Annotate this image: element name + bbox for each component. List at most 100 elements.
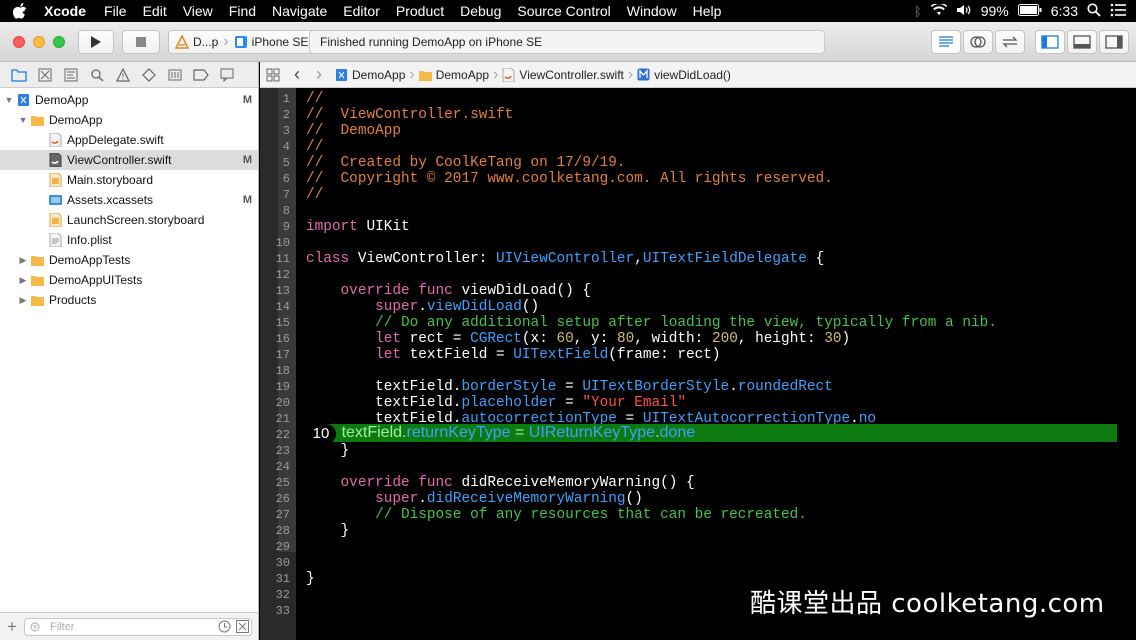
notification-center-icon[interactable]: [1110, 3, 1126, 20]
related-items-icon[interactable]: [266, 68, 280, 82]
battery-icon[interactable]: [1017, 3, 1042, 19]
breadcrumb-file[interactable]: ViewController.swift: [499, 67, 626, 82]
toggle-navigator-button[interactable]: [1035, 30, 1065, 54]
code-line[interactable]: }: [306, 523, 350, 539]
tree-row-group-demoapp[interactable]: ▼ DemoApp: [0, 110, 258, 130]
line-number[interactable]: 7: [260, 187, 290, 203]
code-line[interactable]: textField.borderStyle = UITextBorderStyl…: [306, 379, 833, 395]
menu-debug[interactable]: Debug: [452, 0, 509, 22]
debug-navigator-tab[interactable]: [164, 64, 186, 86]
find-navigator-tab[interactable]: [86, 64, 108, 86]
bluetooth-icon[interactable]: ᛒ: [914, 4, 922, 19]
report-navigator-tab[interactable]: [216, 64, 238, 86]
menu-file[interactable]: File: [96, 0, 135, 22]
line-number[interactable]: 11: [260, 251, 290, 267]
breadcrumb-group[interactable]: DemoApp: [416, 68, 492, 82]
menu-edit[interactable]: Edit: [135, 0, 175, 22]
source-editor[interactable]: //// ViewController.swift// DemoApp//// …: [296, 88, 1136, 640]
minimize-window-button[interactable]: [33, 36, 45, 48]
code-line[interactable]: import UIKit: [306, 219, 410, 235]
code-line[interactable]: // ViewController.swift: [306, 107, 513, 123]
line-number[interactable]: 33: [260, 603, 290, 619]
menu-find[interactable]: Find: [221, 0, 264, 22]
line-number[interactable]: 8: [260, 203, 290, 219]
code-line[interactable]: class ViewController: UIViewController,U…: [306, 251, 824, 267]
recent-files-icon[interactable]: [218, 620, 231, 633]
line-number[interactable]: 6: [260, 171, 290, 187]
line-number[interactable]: 26: [260, 491, 290, 507]
line-number[interactable]: 14: [260, 299, 290, 315]
disclosure-closed-icon[interactable]: ▶: [18, 255, 28, 266]
test-navigator-tab[interactable]: [138, 64, 160, 86]
zoom-window-button[interactable]: [53, 36, 65, 48]
line-number[interactable]: 29: [260, 539, 290, 555]
code-line[interactable]: // Created by CoolKeTang on 17/9/19.: [306, 155, 626, 171]
tree-row-info-plist[interactable]: Info.plist: [0, 230, 258, 250]
code-line[interactable]: //: [306, 139, 323, 155]
menu-window[interactable]: Window: [619, 0, 685, 22]
run-button[interactable]: [78, 30, 114, 54]
code-line[interactable]: override func didReceiveMemoryWarning() …: [306, 475, 695, 491]
breadcrumb-method[interactable]: viewDidLoad(): [634, 68, 734, 82]
line-number[interactable]: 20: [260, 395, 290, 411]
code-line[interactable]: //: [306, 187, 323, 203]
source-control-navigator-tab[interactable]: [34, 64, 56, 86]
line-number[interactable]: 31: [260, 571, 290, 587]
code-line[interactable]: }: [306, 571, 315, 587]
wifi-icon[interactable]: [930, 2, 947, 19]
issue-navigator-tab[interactable]: [112, 64, 134, 86]
code-line[interactable]: super.didReceiveMemoryWarning(): [306, 491, 643, 507]
stop-button[interactable]: [122, 30, 160, 54]
line-number[interactable]: 27: [260, 507, 290, 523]
apple-menu-icon[interactable]: [0, 3, 40, 19]
tree-row-assets[interactable]: Assets.xcassets M: [0, 190, 258, 210]
menu-product[interactable]: Product: [388, 0, 452, 22]
back-arrow-icon[interactable]: ‹: [288, 64, 310, 85]
forward-arrow-icon[interactable]: ›: [310, 64, 332, 85]
scheme-selector[interactable]: D...p › iPhone SE: [168, 30, 316, 54]
line-number[interactable]: 18: [260, 363, 290, 379]
tree-row-demoapptests[interactable]: ▶ DemoAppTests: [0, 250, 258, 270]
volume-icon[interactable]: [956, 3, 972, 19]
tree-row-appdelegate[interactable]: AppDelegate.swift: [0, 130, 258, 150]
menu-editor[interactable]: Editor: [335, 0, 388, 22]
line-number[interactable]: 16: [260, 331, 290, 347]
code-line[interactable]: //: [306, 91, 323, 107]
breadcrumb-project[interactable]: DemoApp: [332, 68, 408, 82]
breakpoint-navigator-tab[interactable]: [190, 64, 212, 86]
tree-row-demoappuitests[interactable]: ▶ DemoAppUITests: [0, 270, 258, 290]
close-window-button[interactable]: [13, 36, 25, 48]
line-number[interactable]: 28: [260, 523, 290, 539]
line-number[interactable]: 3: [260, 123, 290, 139]
code-line[interactable]: super.viewDidLoad(): [306, 299, 539, 315]
line-number[interactable]: 9: [260, 219, 290, 235]
toggle-utilities-button[interactable]: [1099, 30, 1129, 54]
clock[interactable]: 6:33: [1051, 3, 1078, 19]
menu-navigate[interactable]: Navigate: [264, 0, 335, 22]
tree-row-main-storyboard[interactable]: Main.storyboard: [0, 170, 258, 190]
tree-row-launchscreen[interactable]: LaunchScreen.storyboard: [0, 210, 258, 230]
assistant-editor-button[interactable]: [963, 30, 993, 54]
line-number[interactable]: 12: [260, 267, 290, 283]
line-number[interactable]: 17: [260, 347, 290, 363]
spotlight-icon[interactable]: [1087, 2, 1101, 20]
toggle-debug-area-button[interactable]: [1067, 30, 1097, 54]
code-line[interactable]: let textField = UITextField(frame: rect): [306, 347, 720, 363]
menu-source-control[interactable]: Source Control: [509, 0, 618, 22]
symbol-navigator-tab[interactable]: [60, 64, 82, 86]
line-number[interactable]: 21: [260, 411, 290, 427]
line-number[interactable]: 23: [260, 443, 290, 459]
disclosure-closed-icon[interactable]: ▶: [18, 275, 28, 286]
highlighted-line[interactable]: textField.returnKeyType = UIReturnKeyTyp…: [296, 424, 1107, 442]
line-number[interactable]: 19: [260, 379, 290, 395]
line-number[interactable]: 5: [260, 155, 290, 171]
code-line[interactable]: textField.returnKeyType = UIReturnKeyTyp…: [306, 425, 696, 441]
line-number[interactable]: 24: [260, 459, 290, 475]
code-line[interactable]: textField.placeholder = "Your Email": [306, 395, 686, 411]
line-number[interactable]: 10: [260, 235, 290, 251]
tree-row-products[interactable]: ▶ Products: [0, 290, 258, 310]
add-icon[interactable]: +: [7, 617, 17, 637]
line-number[interactable]: 2: [260, 107, 290, 123]
code-line[interactable]: // DemoApp: [306, 123, 401, 139]
code-line[interactable]: let rect = CGRect(x: 60, y: 80, width: 2…: [306, 331, 850, 347]
